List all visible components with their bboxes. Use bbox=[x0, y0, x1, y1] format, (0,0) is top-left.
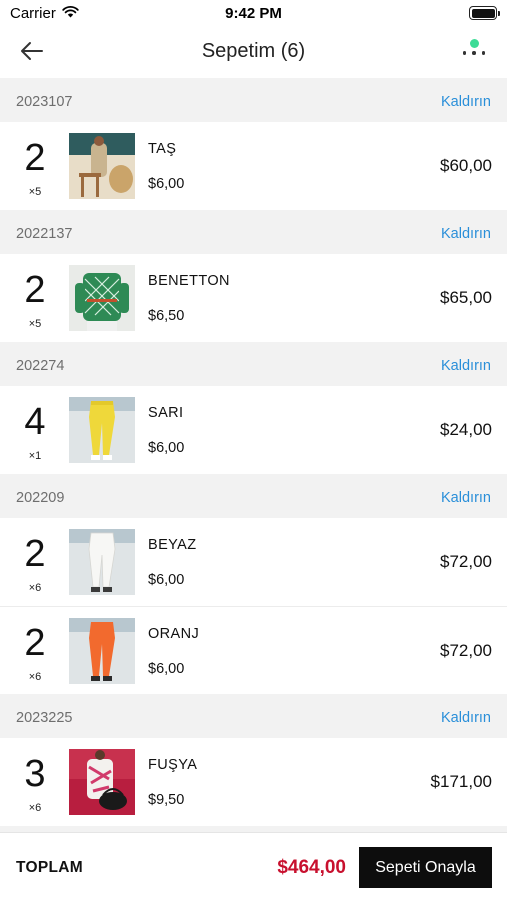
item-total: $72,00 bbox=[440, 641, 492, 660]
product-image[interactable] bbox=[69, 529, 135, 595]
cart-item[interactable]: 3 ×6 FUŞYA $9,50 $171,00 bbox=[0, 738, 507, 826]
remove-button[interactable]: Kaldırın bbox=[441, 94, 491, 110]
item-total: $60,00 bbox=[440, 156, 492, 175]
item-total: $72,00 bbox=[440, 552, 492, 571]
group-header: 2023107 Kaldırın bbox=[0, 78, 507, 122]
quantity-multiplier: ×6 bbox=[28, 671, 42, 683]
cart-item[interactable]: 2 ×5 BENETTON $6,50 $65,00 bbox=[0, 254, 507, 342]
quantity: 2 bbox=[24, 533, 46, 575]
confirm-cart-button[interactable]: Sepeti Onayla bbox=[359, 847, 492, 888]
remove-button[interactable]: Kaldırın bbox=[441, 226, 491, 242]
product-name: TAŞ bbox=[148, 141, 177, 157]
nav-bar: Sepetim (6) bbox=[0, 28, 507, 78]
quantity-multiplier: ×5 bbox=[28, 318, 42, 330]
remove-button[interactable]: Kaldırın bbox=[441, 490, 491, 506]
cart-item[interactable]: 4 ×1 SARI $6,00 $24,00 bbox=[0, 386, 507, 474]
total-label: TOPLAM bbox=[16, 859, 83, 876]
item-total: $171,00 bbox=[430, 772, 492, 791]
checkout-footer: TOPLAM $464,00 Sepeti Onayla bbox=[0, 832, 507, 900]
remove-button[interactable]: Kaldırın bbox=[441, 710, 491, 726]
group-code: 2022137 bbox=[16, 226, 73, 242]
quantity: 2 bbox=[24, 622, 46, 664]
product-image[interactable] bbox=[69, 397, 135, 463]
quantity: 3 bbox=[24, 753, 46, 795]
product-image[interactable] bbox=[69, 749, 135, 815]
group-header: 2022137 Kaldırın bbox=[0, 210, 507, 254]
quantity: 2 bbox=[24, 269, 46, 311]
quantity-multiplier: ×6 bbox=[28, 582, 42, 594]
cart-item[interactable]: 2 ×6 ORANJ $6,00 $72,00 bbox=[0, 606, 507, 694]
unit-price: $6,00 bbox=[148, 440, 185, 456]
unit-price: $6,00 bbox=[148, 572, 185, 588]
group-code: 2023107 bbox=[16, 94, 73, 110]
more-button[interactable] bbox=[457, 36, 491, 70]
group-header: 202209 Kaldırın bbox=[0, 474, 507, 518]
cart-list[interactable]: 2023107 Kaldırın 2 ×5 TAŞ $6,00 $60,00 2… bbox=[0, 78, 507, 832]
product-image[interactable] bbox=[69, 265, 135, 331]
group-code: 202274 bbox=[16, 358, 65, 374]
quantity-multiplier: ×1 bbox=[28, 450, 42, 462]
product-name: BEYAZ bbox=[148, 537, 197, 553]
group-code: 202209 bbox=[16, 490, 65, 506]
total-value: $464,00 bbox=[277, 857, 346, 878]
status-bar: Carrier 9:42 PM bbox=[0, 0, 507, 28]
product-name: FUŞYA bbox=[148, 757, 198, 773]
unit-price: $6,00 bbox=[148, 176, 185, 192]
unit-price: $6,50 bbox=[148, 308, 185, 324]
status-time: 9:42 PM bbox=[225, 5, 282, 22]
unit-price: $6,00 bbox=[148, 661, 185, 677]
product-name: ORANJ bbox=[148, 626, 200, 642]
cart-item[interactable]: 2 ×6 BEYAZ $6,00 $72,00 bbox=[0, 518, 507, 606]
group-header: 202274 Kaldırın bbox=[0, 342, 507, 386]
quantity-multiplier: ×6 bbox=[28, 802, 42, 814]
quantity-multiplier: ×5 bbox=[28, 186, 42, 198]
quantity: 4 bbox=[24, 401, 46, 443]
unit-price: $9,50 bbox=[148, 792, 185, 808]
item-total: $24,00 bbox=[440, 420, 492, 439]
product-name: SARI bbox=[148, 405, 184, 421]
group-code: 2023225 bbox=[16, 710, 73, 726]
notification-dot bbox=[470, 39, 479, 48]
product-image[interactable] bbox=[69, 618, 135, 684]
product-name: BENETTON bbox=[148, 273, 230, 289]
cart-item[interactable]: 2 ×5 TAŞ $6,00 $60,00 bbox=[0, 122, 507, 210]
quantity: 2 bbox=[24, 137, 46, 179]
page-title: Sepetim (6) bbox=[201, 40, 306, 62]
more-dots-icon bbox=[462, 51, 486, 55]
battery-icon bbox=[469, 6, 500, 20]
group-header: 2023225 Kaldırın bbox=[0, 694, 507, 738]
item-total: $65,00 bbox=[440, 288, 492, 307]
remove-button[interactable]: Kaldırın bbox=[441, 358, 491, 374]
product-image[interactable] bbox=[69, 133, 135, 199]
